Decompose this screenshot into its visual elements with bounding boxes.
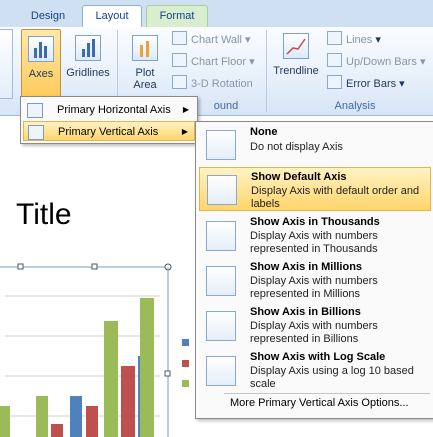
lines-button[interactable]: Lines ▾ [327,31,381,49]
lines-label: Lines [346,34,373,46]
gridlines-label: Gridlines [66,67,110,79]
selection-handle[interactable] [164,370,171,377]
billions-axis-icon [206,311,236,341]
menu-item-primary-vertical-axis[interactable]: Primary Vertical Axis ▶ [23,121,195,141]
trendline-label: Trendline [273,65,319,77]
horizontal-axis-icon [27,103,43,118]
tab-layout-label: Layout [95,10,129,22]
menu-item-show-axis-thousands[interactable]: Show Axis in Thousands Display Axis with… [199,214,431,258]
menu-item-none[interactable]: None Do not display Axis [199,124,431,164]
bar [104,321,118,437]
menu-item-desc: Display Axis with numbers represented in… [250,230,378,255]
chart-title[interactable]: Title [16,198,72,232]
menu-divider [224,393,430,394]
horizontal-axis-label: Primary Horizontal Axis [57,104,171,116]
trendline-icon [283,33,309,59]
selection-handle[interactable] [91,263,98,270]
more-axis-options-link[interactable]: More Primary Vertical Axis Options... [230,397,409,409]
selection-handle[interactable] [17,263,24,270]
ribbon-separator-2 [266,30,267,112]
menu-item-primary-horizontal-axis[interactable]: Primary Horizontal Axis ▶ [23,100,195,120]
default-axis-icon [207,175,237,205]
gridlines-icon [75,35,101,61]
plot-area-icon [132,35,158,61]
chart-wall-icon [172,31,187,45]
vertical-axis-icon [28,125,44,140]
log-axis-icon [206,356,236,386]
plot-area-label: Plot Area [133,67,157,91]
axes-icon [28,36,54,62]
legend-marker [182,380,189,387]
bar [0,406,10,437]
menu-item-title: Show Axis in Thousands [250,216,380,228]
plot-area-button[interactable]: Plot Area [123,29,167,97]
menu-item-desc: Display Axis with numbers represented in… [250,275,378,300]
chart-floor-label: Chart Floor [191,56,247,68]
no-axis-icon [206,130,236,160]
menu-item-title: None [250,126,278,138]
tab-design-label: Design [30,10,66,22]
menu-item-title: Show Axis with Log Scale [250,351,386,363]
legend-marker [182,339,189,346]
menu-item-desc: Do not display Axis [250,141,343,153]
group-analysis-label: Analysis [334,100,376,112]
menu-item-show-axis-billions[interactable]: Show Axis in Billions Display Axis with … [199,304,431,348]
submenu-arrow-icon: ▶ [181,127,188,136]
tab-format-label: Format [159,10,195,22]
error-bars-icon [327,75,342,89]
lines-icon [327,31,342,45]
tab-design[interactable]: Design [20,6,76,26]
thousands-axis-icon [206,221,236,251]
chart-floor-button[interactable]: Chart Floor ▾ [172,53,255,71]
bar [121,366,135,437]
axes-dropdown-menu: Primary Horizontal Axis ▶ Primary Vertic… [20,96,198,144]
rotation-icon [172,75,187,89]
menu-item-desc: Display Axis with default order and labe… [251,185,420,210]
menu-item-show-axis-log-scale[interactable]: Show Axis with Log Scale Display Axis us… [199,349,431,393]
group-background-label: ound [213,100,239,112]
updown-bars-button[interactable]: Up/Down Bars ▾ [327,53,426,71]
millions-axis-icon [206,266,236,296]
axes-label: Axes [28,68,54,80]
chart-wall-button[interactable]: Chart Wall ▾ [172,31,251,49]
error-bars-label: Error Bars [346,78,397,90]
gridlines-button[interactable]: Gridlines [63,29,113,97]
vertical-axis-menu: None Do not display Axis Show Default Ax… [195,121,433,419]
error-bars-button[interactable]: Error Bars ▾ [327,75,405,93]
submenu-arrow-icon: ▶ [182,105,189,114]
menu-item-desc: Display Axis with numbers represented in… [250,320,378,345]
chart-floor-icon [172,53,187,67]
menu-item-title: Show Axis in Billions [250,306,361,318]
chart-plot[interactable] [0,256,200,437]
menu-item-show-default-axis[interactable]: Show Default Axis Display Axis with defa… [199,167,431,211]
bar [70,396,82,437]
tab-layout[interactable]: Layout [82,5,142,28]
vertical-axis-label: Primary Vertical Axis [58,126,159,138]
legend-marker [182,360,189,367]
bar [140,298,154,437]
bar [36,396,48,437]
bar [51,424,63,437]
tab-format[interactable]: Format [146,5,208,27]
menu-item-desc: Display Axis using a log 10 based scale [250,365,414,390]
rotation-button[interactable]: 3-D Rotation [172,75,253,93]
trendline-button[interactable]: Trendline [270,29,322,97]
rotation-label: 3-D Rotation [191,78,253,90]
menu-item-show-axis-millions[interactable]: Show Axis in Millions Display Axis with … [199,259,431,303]
bar [86,406,98,437]
axes-button[interactable]: Axes [21,29,61,99]
menu-item-title: Show Default Axis [251,171,347,183]
updown-bars-label: Up/Down Bars [346,56,417,68]
updown-bars-icon [327,53,342,67]
chart-wall-label: Chart Wall [191,34,242,46]
menu-item-title: Show Axis in Millions [250,261,363,273]
ribbon-tab-bar: Design Layout Format [0,0,433,28]
partial-button[interactable] [0,29,13,99]
